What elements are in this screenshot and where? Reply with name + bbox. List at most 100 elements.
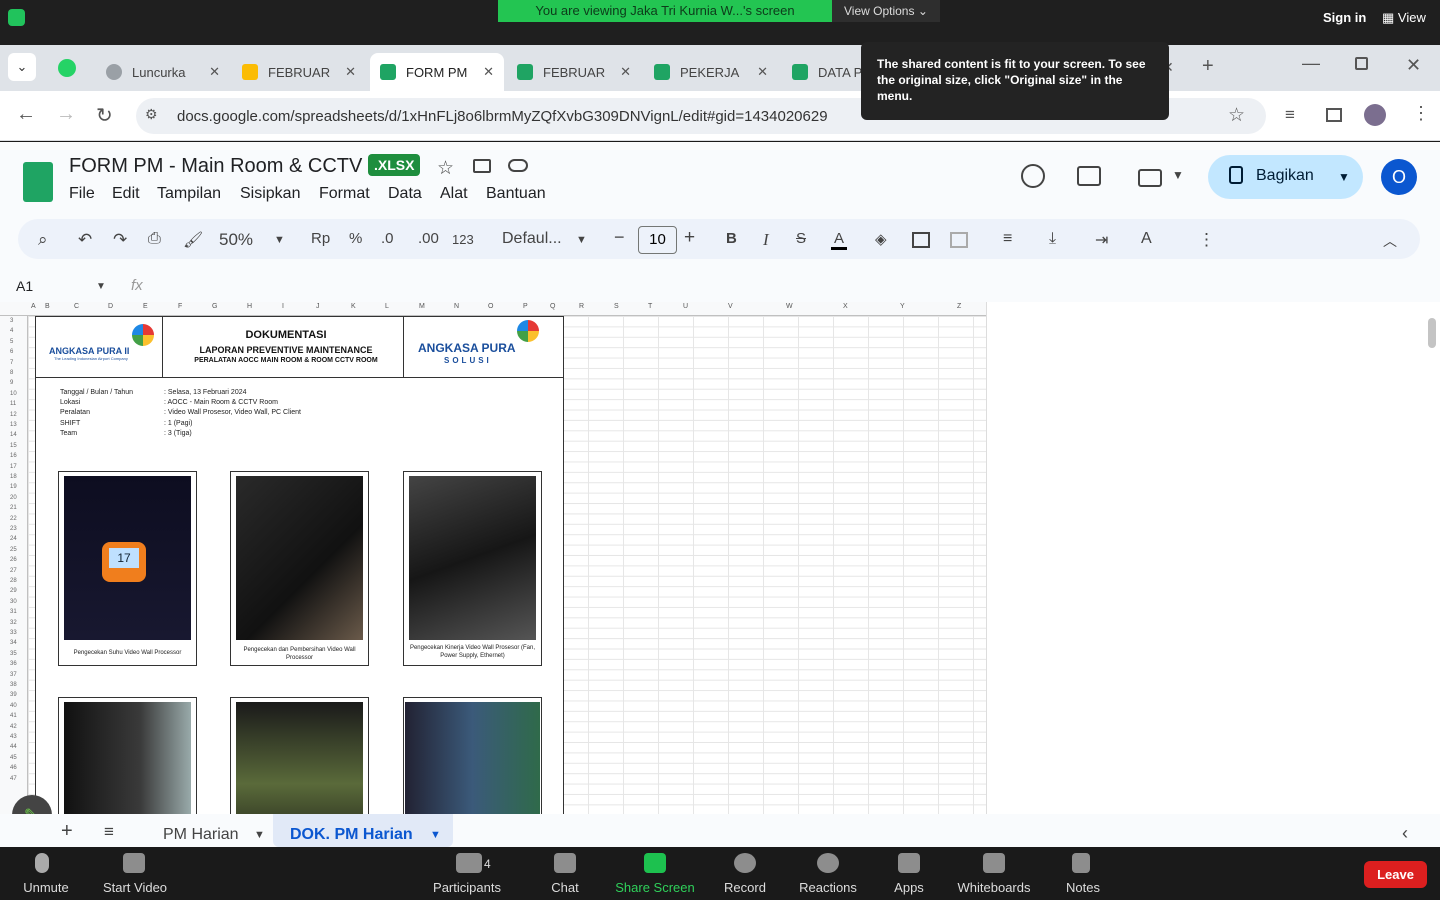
document-title[interactable]: FORM PM - Main Room & CCTV bbox=[69, 155, 362, 178]
menu-data[interactable]: Data bbox=[388, 185, 422, 203]
chevron-down-icon[interactable]: ▼ bbox=[254, 829, 265, 841]
row-header[interactable]: 15 bbox=[10, 443, 17, 449]
row-header[interactable]: 32 bbox=[10, 620, 17, 626]
reactions-button[interactable]: Reactions bbox=[783, 847, 873, 900]
reload-icon[interactable]: ↻ bbox=[96, 103, 113, 128]
column-header[interactable]: P bbox=[523, 303, 528, 310]
row-header[interactable]: 43 bbox=[10, 734, 17, 740]
column-header[interactable]: N bbox=[454, 303, 459, 310]
decrease-font-size-icon[interactable]: − bbox=[614, 227, 625, 248]
column-header[interactable]: K bbox=[351, 303, 356, 310]
close-icon[interactable]: ✕ bbox=[620, 64, 631, 80]
comment-icon[interactable] bbox=[1077, 166, 1101, 186]
row-header[interactable]: 44 bbox=[10, 744, 17, 750]
zoom-select[interactable]: 50% bbox=[219, 230, 253, 250]
row-header[interactable]: 27 bbox=[10, 568, 17, 574]
sheet-tab-pm-harian[interactable]: PM Harian bbox=[163, 826, 239, 844]
row-header[interactable]: 18 bbox=[10, 474, 17, 480]
row-header[interactable]: 6 bbox=[10, 349, 13, 355]
meet-icon[interactable] bbox=[1138, 169, 1162, 187]
row-header[interactable]: 26 bbox=[10, 557, 17, 563]
url-text[interactable]: docs.google.com/spreadsheets/d/1xHnFLj8o… bbox=[177, 108, 828, 125]
column-header[interactable]: L bbox=[385, 303, 389, 310]
minimize-icon[interactable]: — bbox=[1302, 53, 1320, 74]
row-header[interactable]: 19 bbox=[10, 484, 17, 490]
close-icon[interactable]: ✕ bbox=[209, 64, 220, 80]
font-select[interactable]: Defaul... bbox=[502, 230, 562, 248]
column-header[interactable]: U bbox=[683, 303, 688, 310]
name-box[interactable]: A1 bbox=[16, 278, 33, 294]
row-header[interactable]: 40 bbox=[10, 703, 17, 709]
new-tab-button[interactable]: + bbox=[1202, 55, 1214, 78]
more-vert-icon[interactable]: ⋮ bbox=[1412, 103, 1430, 124]
row-header[interactable]: 14 bbox=[10, 432, 17, 438]
row-header[interactable]: 47 bbox=[10, 776, 17, 782]
text-color-icon[interactable]: A bbox=[831, 230, 848, 250]
record-button[interactable]: Record bbox=[700, 847, 790, 900]
text-wrap-icon[interactable]: ⇥ bbox=[1095, 230, 1108, 250]
account-avatar[interactable]: O bbox=[1381, 159, 1417, 195]
row-header[interactable]: 29 bbox=[10, 588, 17, 594]
row-header[interactable]: 16 bbox=[10, 453, 17, 459]
back-arrow-icon[interactable]: ← bbox=[16, 103, 36, 126]
print-icon[interactable]: ⎙ bbox=[148, 230, 161, 248]
row-header[interactable]: 41 bbox=[10, 713, 17, 719]
tab-februari-drive[interactable]: FEBRUAR ✕ bbox=[232, 53, 366, 91]
row-header[interactable]: 35 bbox=[10, 651, 17, 657]
row-header[interactable]: 38 bbox=[10, 682, 17, 688]
window-close-icon[interactable]: ✕ bbox=[1406, 55, 1421, 76]
collapse-toolbar-icon[interactable]: ︿ bbox=[1383, 231, 1397, 251]
column-header[interactable]: E bbox=[143, 303, 148, 310]
close-icon[interactable]: ✕ bbox=[345, 64, 356, 80]
row-header[interactable]: 20 bbox=[10, 495, 17, 501]
notes-button[interactable]: Notes bbox=[1038, 847, 1128, 900]
vertical-scrollbar[interactable] bbox=[1428, 318, 1436, 348]
search-icon[interactable]: ⌕ bbox=[38, 230, 48, 250]
sheets-logo-icon[interactable] bbox=[23, 162, 53, 202]
chevron-down-icon[interactable]: ▼ bbox=[96, 281, 106, 292]
tab-pekerjaan[interactable]: PEKERJA ✕ bbox=[644, 53, 778, 91]
site-info-icon[interactable]: ⚙ bbox=[145, 106, 158, 123]
column-header[interactable]: J bbox=[316, 303, 320, 310]
whatsapp-tab-icon[interactable] bbox=[58, 59, 76, 77]
row-header[interactable]: 4 bbox=[10, 328, 13, 334]
column-header[interactable]: I bbox=[282, 303, 284, 310]
row-header[interactable]: 23 bbox=[10, 526, 17, 532]
row-header[interactable]: 24 bbox=[10, 536, 17, 542]
row-header[interactable]: 12 bbox=[10, 412, 17, 418]
bookmark-star-icon[interactable]: ☆ bbox=[1228, 104, 1245, 127]
star-icon[interactable]: ☆ bbox=[437, 157, 454, 180]
menu-alat[interactable]: Alat bbox=[440, 185, 468, 203]
column-header[interactable]: G bbox=[212, 303, 217, 310]
fill-color-icon[interactable]: ◈ bbox=[875, 230, 887, 248]
align-left-icon[interactable]: ≡ bbox=[1003, 230, 1012, 248]
row-header[interactable]: 7 bbox=[10, 360, 13, 366]
increase-decimal-button[interactable]: .00 bbox=[418, 230, 439, 247]
chevron-down-icon[interactable]: ▼ bbox=[274, 234, 285, 246]
column-header[interactable]: Y bbox=[900, 303, 905, 310]
row-header[interactable]: 10 bbox=[10, 391, 17, 397]
column-header[interactable]: Z bbox=[957, 303, 961, 310]
column-header[interactable]: X bbox=[843, 303, 848, 310]
add-sheet-button[interactable]: + bbox=[61, 820, 73, 843]
increase-font-size-icon[interactable]: + bbox=[684, 227, 695, 249]
row-header[interactable]: 21 bbox=[10, 505, 17, 511]
row-header[interactable]: 11 bbox=[10, 401, 16, 407]
row-header[interactable]: 30 bbox=[10, 599, 17, 605]
close-icon[interactable]: ✕ bbox=[757, 64, 768, 80]
tab-luncurkan[interactable]: Luncurka ✕ bbox=[96, 53, 230, 91]
row-header[interactable]: 25 bbox=[10, 547, 17, 553]
history-icon[interactable] bbox=[1021, 164, 1045, 188]
whiteboards-button[interactable]: Whiteboards bbox=[949, 847, 1039, 900]
column-header[interactable]: H bbox=[247, 303, 252, 310]
unmute-button[interactable]: Unmute bbox=[0, 847, 92, 900]
cloud-status-icon[interactable] bbox=[508, 159, 528, 172]
number-format-button[interactable]: 123 bbox=[452, 232, 474, 247]
row-header[interactable]: 9 bbox=[10, 380, 13, 386]
view-button[interactable]: ▦ View bbox=[1382, 10, 1426, 26]
decrease-decimal-button[interactable]: .0 bbox=[381, 230, 394, 247]
italic-icon[interactable]: I bbox=[763, 230, 769, 250]
undo-icon[interactable]: ↶ bbox=[78, 230, 92, 250]
row-header[interactable]: 8 bbox=[10, 370, 13, 376]
row-header[interactable]: 46 bbox=[10, 765, 17, 771]
